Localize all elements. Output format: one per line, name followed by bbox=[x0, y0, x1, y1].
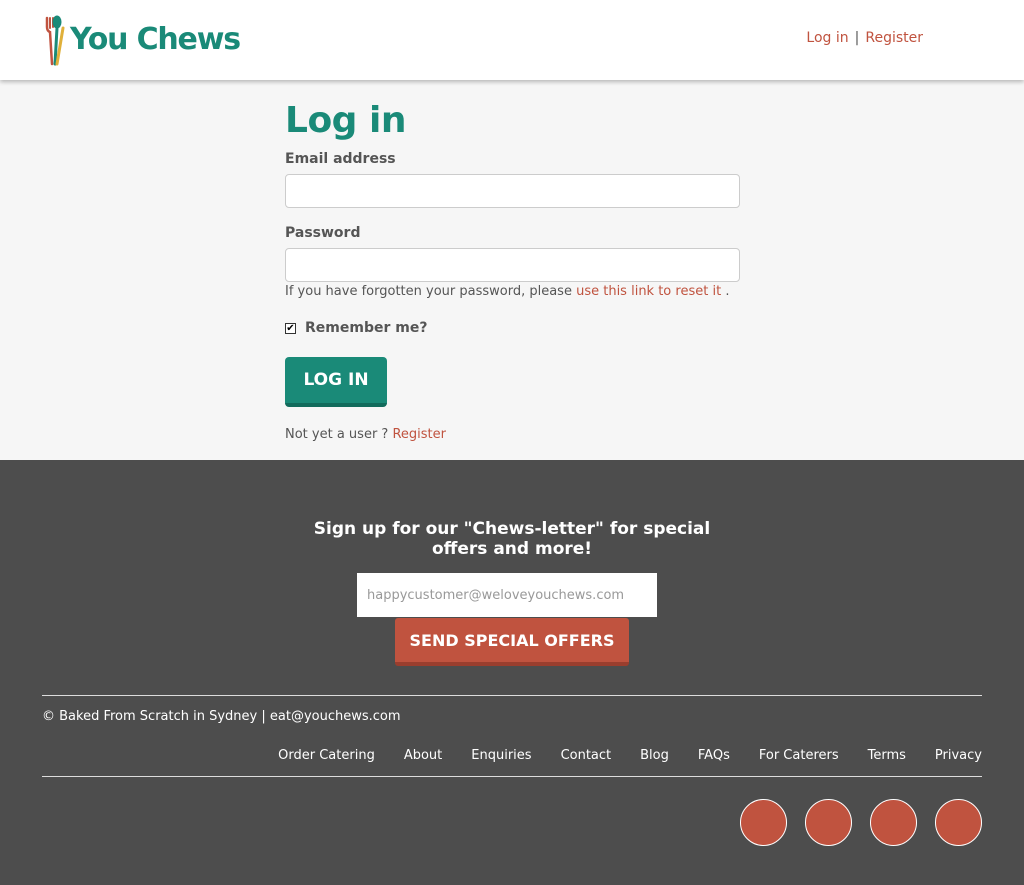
remember-me-checkbox[interactable]: ✔ bbox=[285, 322, 296, 334]
register-link[interactable]: Register bbox=[392, 427, 446, 442]
brand-name: You Chews bbox=[70, 22, 241, 57]
logo[interactable]: You Chews bbox=[44, 14, 241, 66]
footer-link-blog[interactable]: Blog bbox=[640, 748, 669, 763]
social-icon-4[interactable] bbox=[935, 799, 982, 846]
footer-link-contact[interactable]: Contact bbox=[561, 748, 612, 763]
copyright: © Baked From Scratch in Sydney | eat@you… bbox=[42, 709, 401, 724]
not-user-prefix: Not yet a user ? bbox=[285, 427, 389, 442]
nav-separator: | bbox=[854, 30, 860, 46]
email-label: Email address bbox=[285, 151, 396, 167]
email-field[interactable] bbox=[285, 174, 740, 208]
footer-link-enquiries[interactable]: Enquiries bbox=[471, 748, 531, 763]
footer-link-about[interactable]: About bbox=[404, 748, 442, 763]
page-title: Log in bbox=[285, 100, 406, 141]
social-links bbox=[740, 799, 982, 846]
footer-link-order-catering[interactable]: Order Catering bbox=[278, 748, 375, 763]
footer-link-faqs[interactable]: FAQs bbox=[698, 748, 730, 763]
newsletter-title: Sign up for our "Chews-letter" for speci… bbox=[0, 519, 1024, 559]
checkmark-icon: ✔ bbox=[286, 322, 295, 334]
footer-nav: Order Catering About Enquiries Contact B… bbox=[278, 748, 982, 763]
send-special-offers-button[interactable]: SEND SPECIAL OFFERS bbox=[395, 618, 629, 666]
forgot-prefix: If you have forgotten your password, ple… bbox=[285, 284, 572, 299]
header-register-link[interactable]: Register bbox=[865, 30, 923, 46]
password-label: Password bbox=[285, 225, 361, 241]
footer-link-for-caterers[interactable]: For Caterers bbox=[759, 748, 839, 763]
footer-link-terms[interactable]: Terms bbox=[868, 748, 906, 763]
login-button[interactable]: LOG IN bbox=[285, 357, 387, 407]
social-icon-3[interactable] bbox=[870, 799, 917, 846]
remember-me[interactable]: ✔ Remember me? bbox=[285, 320, 427, 336]
social-icon-2[interactable] bbox=[805, 799, 852, 846]
remember-me-label: Remember me? bbox=[305, 320, 428, 336]
newsletter-email-input[interactable] bbox=[357, 573, 657, 617]
forgot-password-text: If you have forgotten your password, ple… bbox=[285, 284, 729, 299]
password-field[interactable] bbox=[285, 248, 740, 282]
site-header: You Chews Log in | Register bbox=[0, 0, 1024, 80]
footer-link-privacy[interactable]: Privacy bbox=[935, 748, 982, 763]
social-icon-1[interactable] bbox=[740, 799, 787, 846]
cutlery-logo-icon bbox=[44, 14, 66, 66]
reset-password-link[interactable]: use this link to reset it bbox=[576, 284, 721, 299]
forgot-suffix: . bbox=[725, 284, 730, 299]
header-login-link[interactable]: Log in bbox=[806, 30, 848, 46]
site-footer: Sign up for our "Chews-letter" for speci… bbox=[0, 460, 1024, 885]
newsletter-title-text: Sign up for our "Chews-letter" for speci… bbox=[313, 519, 711, 559]
header-nav: Log in | Register bbox=[806, 30, 923, 46]
footer-divider-bottom bbox=[42, 776, 982, 777]
not-user-text: Not yet a user ? Register bbox=[285, 427, 446, 442]
footer-divider-top bbox=[42, 695, 982, 696]
